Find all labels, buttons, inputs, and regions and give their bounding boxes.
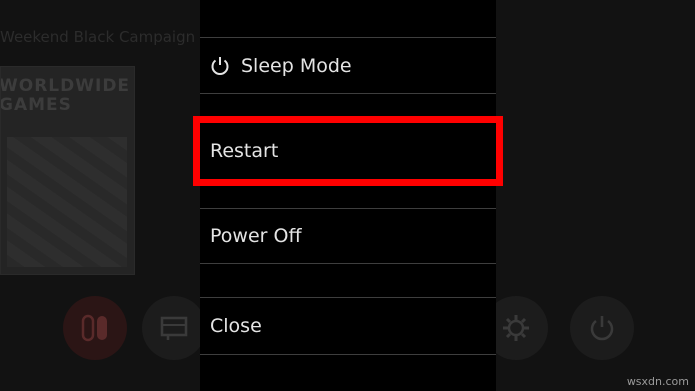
background-game-tile[interactable]: WORLDWIDE GAMES (0, 66, 135, 275)
power-off-option[interactable]: Power Off (200, 209, 496, 263)
close-option[interactable]: Close (200, 298, 496, 354)
power-off-label: Power Off (210, 225, 302, 247)
news-button[interactable] (142, 296, 206, 360)
sleep-mode-option[interactable]: Sleep Mode (200, 38, 496, 93)
news-icon (160, 316, 188, 340)
background-game-tile-logo: WORLDWIDE GAMES (0, 76, 131, 115)
power-button[interactable] (570, 296, 634, 360)
menu-divider (200, 354, 496, 355)
power-icon (590, 316, 614, 341)
restart-option[interactable]: Restart (193, 116, 503, 186)
background-game-tile-art (7, 137, 127, 267)
watermark: wsxdn.com (626, 375, 689, 388)
nintendo-eshop-button[interactable] (63, 296, 127, 360)
sleep-mode-label: Sleep Mode (241, 54, 352, 77)
nintendo-eshop-icon (81, 314, 107, 342)
restart-label: Restart (210, 140, 279, 162)
background-user-line: Weekend Black Campaign (0, 28, 196, 46)
power-options-menu: Sleep Mode Restart Power Off Close (193, 0, 503, 391)
close-label: Close (210, 315, 262, 337)
menu-divider (200, 263, 496, 264)
menu-divider (200, 93, 496, 94)
screen: Weekend Black Campaign WORLDWIDE GAMES S… (0, 0, 695, 391)
settings-gear-icon (503, 315, 529, 341)
power-icon (211, 56, 229, 75)
